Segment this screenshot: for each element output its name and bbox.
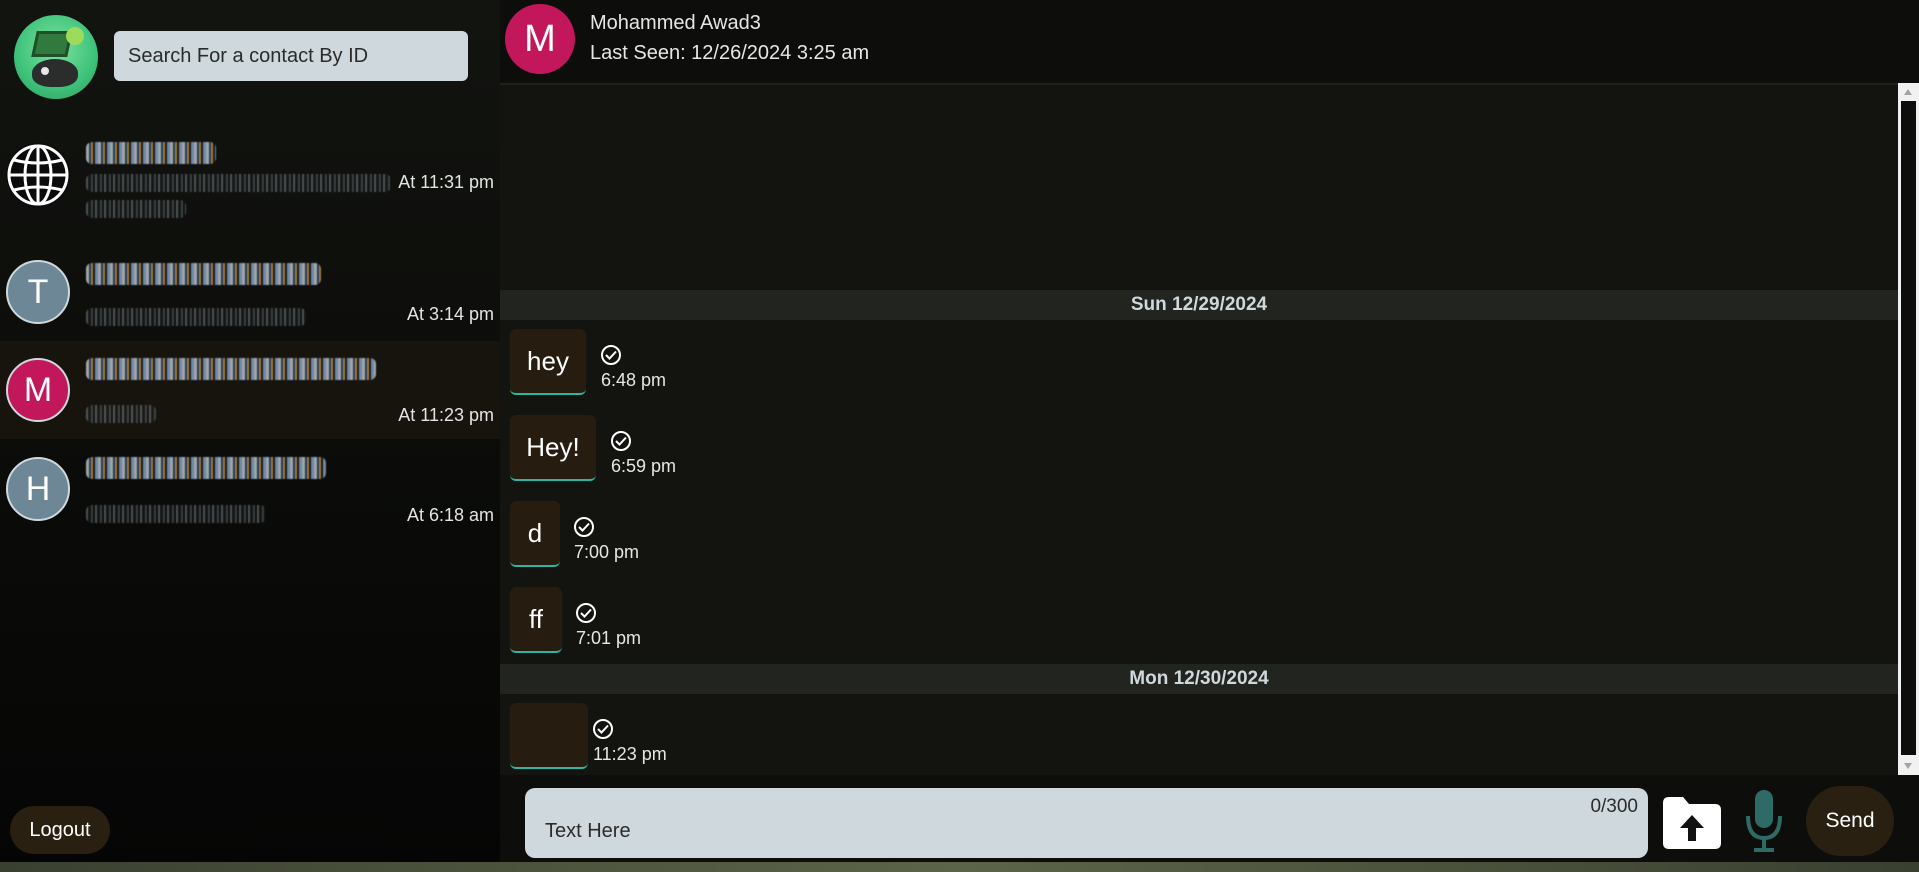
message-time: 7:01 pm [576,628,642,648]
contact-last-message-redacted [86,174,391,192]
voice-record-button[interactable] [1744,786,1784,854]
window-bottom-strip [0,862,1919,872]
chat-panel: M Mohammed Awad3 Last Seen: 12/26/2024 3… [500,0,1919,862]
scrollbar-thumb[interactable] [1901,101,1916,755]
read-check-icon [601,345,621,365]
app-logo [14,15,98,99]
read-check-icon [593,719,613,739]
contact-name-redacted [86,358,376,380]
contact-last-message-redacted [86,308,306,326]
message-bubble[interactable]: hey [510,329,586,395]
message-time: 6:48 pm [601,370,667,390]
character-counter: 0/300 [1590,796,1638,817]
contact-avatar: H [6,457,70,521]
chat-contact-name: Mohammed Awad3 [590,12,761,34]
last-seen-status: Last Seen: 12/26/2024 3:25 am [590,42,870,64]
contact-last-time: At 6:18 am [406,505,494,525]
message-time: 6:59 pm [611,456,677,476]
contact-item-global-chat[interactable]: At 11:31 pm [0,126,500,224]
message-composer: 0/300 [525,788,1648,858]
message-scrollbar[interactable] [1898,83,1919,775]
message-bubble[interactable]: ff [510,587,562,653]
contact-search-input[interactable] [114,31,468,81]
contact-last-time: At 11:23 pm [398,405,494,425]
contact-item-m[interactable]: M At 11:23 pm [0,341,500,439]
logout-button[interactable]: Logout [10,806,110,854]
contact-avatar: T [6,260,70,324]
contact-last-message-redacted [86,405,156,423]
chat-contact-avatar[interactable]: M [505,4,575,74]
contact-last-time: At 11:31 pm [398,172,494,192]
chat-header: M Mohammed Awad3 Last Seen: 12/26/2024 3… [500,0,1919,83]
message-bubble[interactable]: Hey! [510,415,596,481]
send-button[interactable]: Send [1806,786,1894,856]
read-check-icon [574,517,594,537]
upload-file-button[interactable] [1661,793,1723,851]
message-list[interactable]: Sun 12/29/2024 hey 6:48 pm Hey! 6:59 pm … [500,83,1898,775]
microphone-icon [1746,790,1782,852]
scroll-up-icon[interactable] [1904,89,1912,95]
scroll-down-icon[interactable] [1904,763,1912,769]
message-bubble[interactable] [510,703,588,769]
contact-item-t[interactable]: T At 3:14 pm [0,243,500,341]
read-check-icon [576,603,596,623]
message-bubble[interactable]: d [510,501,560,567]
globe-icon [6,143,70,207]
date-divider: Sun 12/29/2024 [500,290,1898,320]
contact-last-message-redacted [86,505,266,523]
date-divider: Mon 12/30/2024 [500,664,1898,694]
contact-name-redacted [86,142,216,164]
folder-upload-icon [1663,797,1721,849]
contact-last-message-redacted [86,200,186,218]
contact-avatar: M [6,358,70,422]
contacts-sidebar: At 11:31 pm T At 3:14 pm M At 11:23 pm H… [0,0,500,862]
contact-item-h[interactable]: H At 6:18 am [0,440,500,538]
message-input[interactable] [525,788,1648,858]
message-time: 11:23 pm [593,744,667,764]
read-check-icon [611,431,631,451]
contact-name-redacted [86,457,326,479]
contact-name-redacted [86,263,321,285]
message-time: 7:00 pm [574,542,640,562]
contact-last-time: At 3:14 pm [406,304,494,324]
